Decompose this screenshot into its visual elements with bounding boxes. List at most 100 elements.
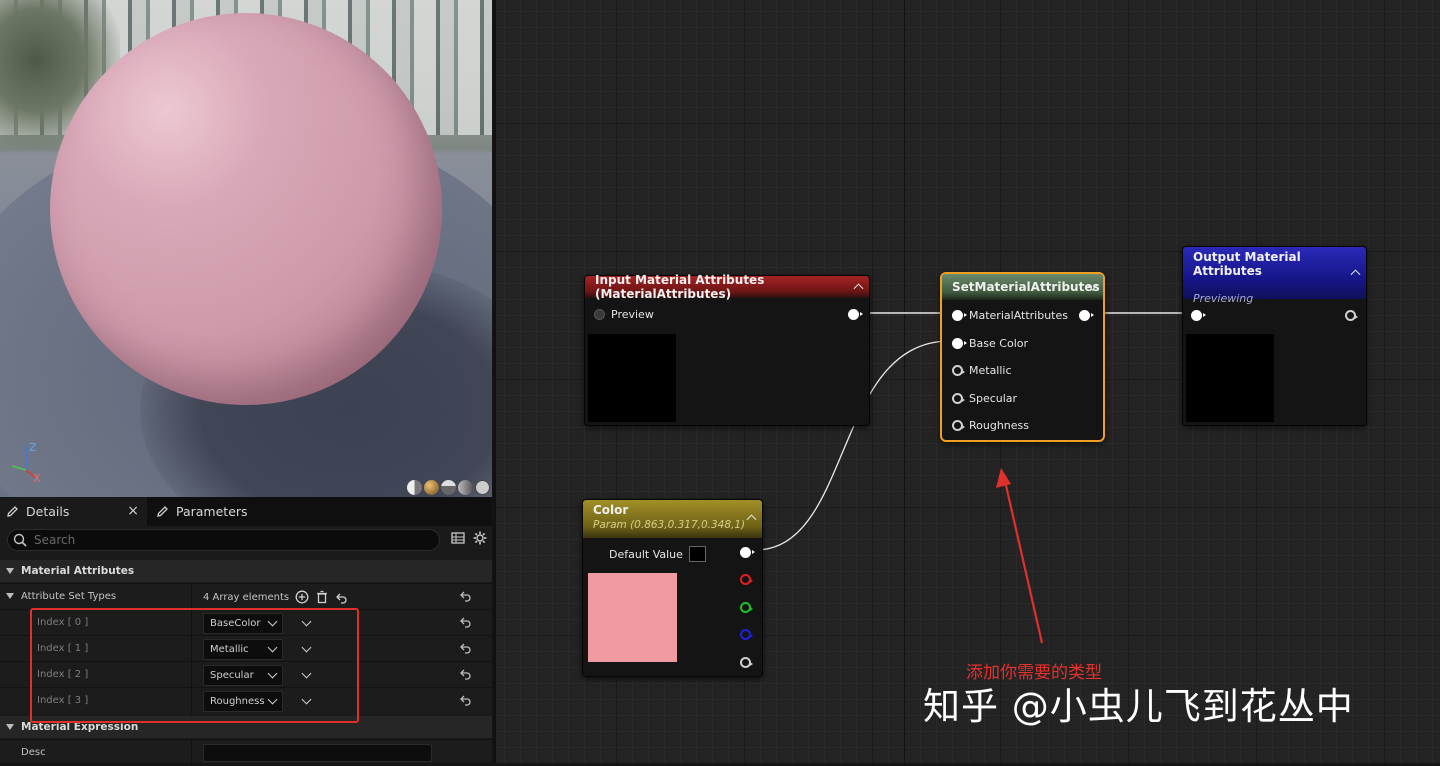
attribute-type-dropdown[interactable]: Specular (203, 664, 283, 686)
pin-label: Preview (611, 307, 654, 321)
node-set-material-attributes[interactable]: SetMaterialAttributes MaterialAttributes… (940, 272, 1105, 442)
pin-circle-icon (740, 546, 755, 558)
pin-circle-icon (952, 419, 965, 431)
dropdown-value: Metallic (210, 643, 249, 655)
pin-label: Specular (969, 391, 1018, 405)
node-header[interactable]: SetMaterialAttributes (942, 274, 1103, 300)
close-icon[interactable]: × (127, 503, 139, 519)
chevron-down-icon[interactable] (301, 616, 312, 626)
attribute-type-dropdown[interactable]: Roughness (203, 690, 283, 712)
node-header[interactable]: Color Param (0.863,0.317,0.348,1) (583, 500, 762, 538)
section-material-expression-label: Material Expression (21, 721, 139, 733)
reset-arrow-icon[interactable] (459, 616, 472, 629)
node-header[interactable]: Input Material Attributes (MaterialAttri… (585, 273, 869, 301)
pin-b-output[interactable] (740, 624, 753, 644)
cube-shape-icon[interactable] (458, 480, 473, 495)
node-title: SetMaterialAttributes (952, 280, 1100, 294)
pin-metallic-input[interactable]: Metallic (952, 360, 1012, 380)
pin-label: MaterialAttributes (969, 308, 1068, 322)
tab-details[interactable]: Details × (0, 497, 147, 526)
material-graph-canvas[interactable]: Input Material Attributes (MaterialAttri… (493, 0, 1440, 763)
pin-circle-icon (952, 337, 967, 349)
chevron-down-icon (267, 616, 278, 626)
search-input[interactable] (32, 532, 439, 548)
search-icon (13, 533, 27, 547)
property-row-index-3: Index [ 3 ] Roughness (0, 687, 492, 714)
node-title: Output Material Attributes (1193, 250, 1301, 278)
reset-arrow-icon[interactable] (459, 694, 472, 707)
pin-roughness-input[interactable]: Roughness (952, 415, 1029, 435)
reset-arrow-icon[interactable] (335, 591, 348, 604)
cylinder-shape-icon[interactable] (407, 480, 422, 495)
pin-preview-input[interactable]: Preview (594, 304, 654, 324)
pin-rgb-output[interactable] (740, 542, 755, 562)
pin-circle-icon (740, 573, 753, 585)
trash-icon[interactable] (315, 590, 329, 604)
preview-sphere (50, 13, 442, 405)
node-preview-thumbnail (588, 334, 676, 422)
plane-shape-icon[interactable] (441, 480, 456, 495)
pin-a-output[interactable] (740, 652, 753, 672)
reset-arrow-icon[interactable] (459, 642, 472, 655)
watermark-text: 知乎 @小虫儿飞到花丛中 (923, 685, 1354, 728)
pin-circle-icon (740, 601, 753, 613)
node-color-parameter[interactable]: Color Param (0.863,0.317,0.348,1) Defaul… (582, 499, 763, 677)
chevron-down-icon[interactable] (301, 642, 312, 652)
gear-icon[interactable] (473, 531, 487, 545)
node-output-material-attributes[interactable]: Output Material Attributes Previewing (1182, 246, 1367, 426)
node-title: Input Material Attributes (MaterialAttri… (595, 273, 765, 301)
pin-g-output[interactable] (740, 597, 753, 617)
table-view-icon[interactable] (451, 531, 465, 545)
chevron-down-icon[interactable] (301, 694, 312, 704)
pin-circle-icon (952, 364, 965, 376)
chevron-down-icon[interactable] (301, 668, 312, 678)
teapot-shape-icon[interactable] (475, 480, 490, 495)
index-label: Index [ 2 ] (37, 669, 89, 680)
pin-circle-icon (1345, 309, 1358, 321)
pin-r-output[interactable] (740, 569, 753, 589)
column-divider (191, 740, 192, 766)
pin-circle-icon (952, 392, 965, 404)
add-element-icon[interactable] (295, 590, 309, 604)
dropdown-value: Roughness (210, 695, 265, 707)
pin-specular-input[interactable]: Specular (952, 388, 1017, 408)
chevron-down-icon (267, 668, 278, 678)
pin-circle-icon (594, 308, 605, 320)
index-label: Index [ 0 ] (37, 617, 89, 628)
property-row-desc: Desc (0, 739, 492, 766)
reset-arrow-icon[interactable] (459, 668, 472, 681)
reset-arrow-icon[interactable] (459, 590, 472, 603)
tab-parameters[interactable]: Parameters (150, 497, 300, 526)
attribute-type-dropdown[interactable]: Metallic (203, 638, 283, 660)
pin-materialattributes-input[interactable]: MaterialAttributes (952, 305, 1068, 325)
pin-preview-output[interactable] (848, 304, 863, 324)
axis-x-label: X (33, 472, 41, 485)
pin-basecolor-input[interactable]: Base Color (952, 333, 1028, 353)
attribute-type-dropdown[interactable]: BaseColor (203, 612, 283, 634)
node-header[interactable]: Output Material Attributes Previewing (1183, 247, 1366, 305)
pin-output-input[interactable] (1191, 305, 1206, 325)
pin-circle-icon (848, 308, 863, 320)
section-material-attributes-label: Material Attributes (21, 565, 135, 577)
column-divider (191, 688, 192, 714)
node-input-material-attributes[interactable]: Input Material Attributes (MaterialAttri… (584, 273, 870, 426)
node-subtitle: Param (0.863,0.317,0.348,1) (593, 519, 746, 531)
pin-materialattributes-output[interactable] (1079, 305, 1094, 325)
collapse-triangle-icon[interactable] (6, 593, 14, 599)
tab-parameters-label: Parameters (176, 504, 248, 519)
section-material-attributes[interactable]: Material Attributes (0, 560, 492, 582)
desc-input[interactable] (203, 744, 432, 762)
chevron-down-icon (267, 642, 278, 652)
chevron-down-icon (267, 694, 278, 704)
pin-circle-icon (952, 309, 967, 321)
section-material-expression[interactable]: Material Expression (0, 716, 492, 738)
pin-output-output[interactable] (1345, 305, 1358, 325)
property-row-index-0: Index [ 0 ] BaseColor (0, 609, 492, 636)
axis-z-label: Z (29, 441, 37, 454)
material-preview-viewport[interactable]: Z X (0, 0, 492, 497)
sphere-shape-icon[interactable] (424, 480, 439, 495)
pin-label: Roughness (969, 418, 1030, 432)
node-subtitle: Previewing (1193, 292, 1254, 305)
default-value-swatch[interactable] (688, 546, 706, 562)
collapse-triangle-icon (6, 724, 14, 730)
